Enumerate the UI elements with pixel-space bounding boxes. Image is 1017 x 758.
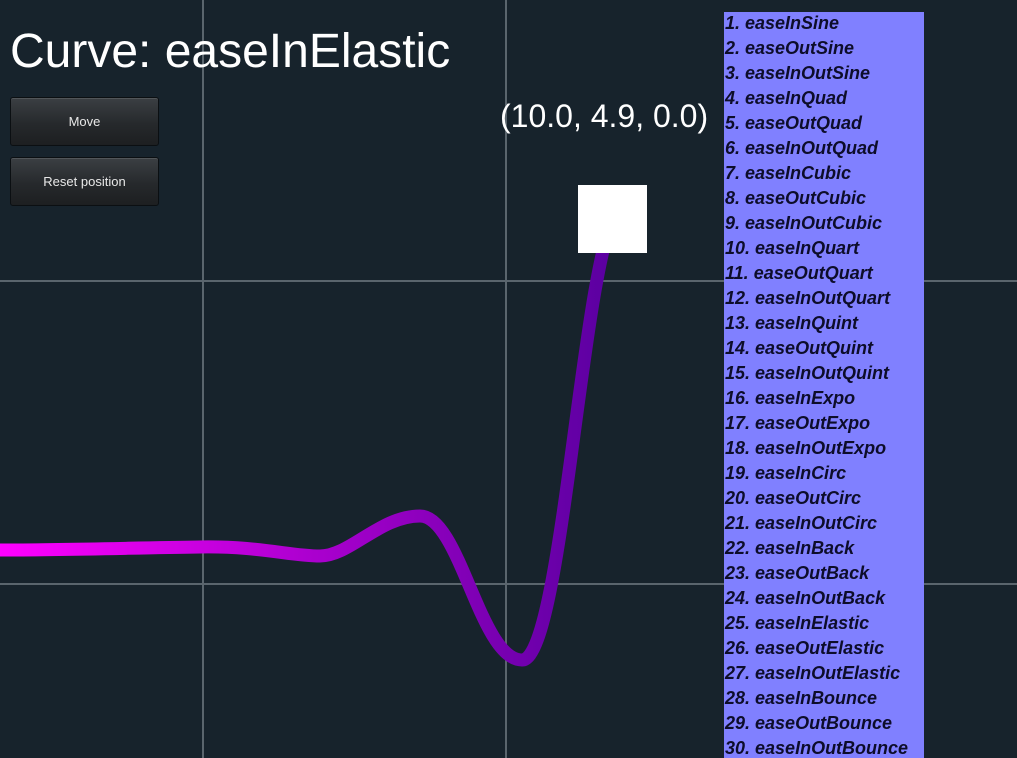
move-button[interactable]: Move xyxy=(10,97,159,146)
curve-list-item[interactable]: 5. easeOutQuad xyxy=(724,112,924,137)
curve-list-item[interactable]: 17. easeOutExpo xyxy=(724,412,924,437)
curve-list-item[interactable]: 18. easeInOutExpo xyxy=(724,437,924,462)
curve-list-item[interactable]: 25. easeInElastic xyxy=(724,612,924,637)
curve-list-item[interactable]: 23. easeOutBack xyxy=(724,562,924,587)
curve-list-item[interactable]: 20. easeOutCirc xyxy=(724,487,924,512)
curve-list-item[interactable]: 19. easeInCirc xyxy=(724,462,924,487)
curve-list-items: 1. easeInSine 2. easeOutSine 3. easeInOutS… xyxy=(724,12,924,758)
curve-list-item[interactable]: 3. easeInOutSine xyxy=(724,62,924,87)
curve-selection-list[interactable]: 1. easeInSine 2. easeOutSine 3. easeInOutS… xyxy=(724,12,924,758)
curve-list-item[interactable]: 24. easeInOutBack xyxy=(724,587,924,612)
curve-list-item[interactable]: 22. easeInBack xyxy=(724,537,924,562)
curve-list-item[interactable]: 21. easeInOutCirc xyxy=(724,512,924,537)
curve-list-item[interactable]: 8. easeOutCubic xyxy=(724,187,924,212)
curve-list-item[interactable]: 28. easeInBounce xyxy=(724,687,924,712)
curve-list-item[interactable]: 27. easeInOutElastic xyxy=(724,662,924,687)
curve-list-item[interactable]: 15. easeInOutQuint xyxy=(724,362,924,387)
curve-title: Curve: easeInElastic xyxy=(10,25,451,78)
curve-list-item[interactable]: 14. easeOutQuint xyxy=(724,337,924,362)
curve-list-item[interactable]: 10. easeInQuart xyxy=(724,237,924,262)
curve-list-item[interactable]: 29. easeOutBounce xyxy=(724,712,924,737)
curve-list-item[interactable]: 16. easeInExpo xyxy=(724,387,924,412)
curve-list-item[interactable]: 9. easeInOutCubic xyxy=(724,212,924,237)
curve-list-item[interactable]: 2. easeOutSine xyxy=(724,37,924,62)
curve-list-item[interactable]: 1. easeInSine xyxy=(724,12,924,37)
curve-list-item[interactable]: 12. easeInOutQuart xyxy=(724,287,924,312)
curve-list-item[interactable]: 6. easeInOutQuad xyxy=(724,137,924,162)
curve-list-item[interactable]: 7. easeInCubic xyxy=(724,162,924,187)
curve-list-item[interactable]: 30. easeInOutBounce xyxy=(724,737,924,758)
moving-cube xyxy=(578,185,647,253)
reset-position-button[interactable]: Reset position xyxy=(10,157,159,206)
position-readout: (10.0, 4.9, 0.0) xyxy=(500,98,709,134)
curve-list-item[interactable]: 13. easeInQuint xyxy=(724,312,924,337)
scene-view: Curve: easeInElastic Move Reset position… xyxy=(0,0,1017,758)
curve-list-item[interactable]: 26. easeOutElastic xyxy=(724,637,924,662)
curve-list-item[interactable]: 11. easeOutQuart xyxy=(724,262,924,287)
ease-curve-line xyxy=(0,213,619,667)
curve-list-item[interactable]: 4. easeInQuad xyxy=(724,87,924,112)
